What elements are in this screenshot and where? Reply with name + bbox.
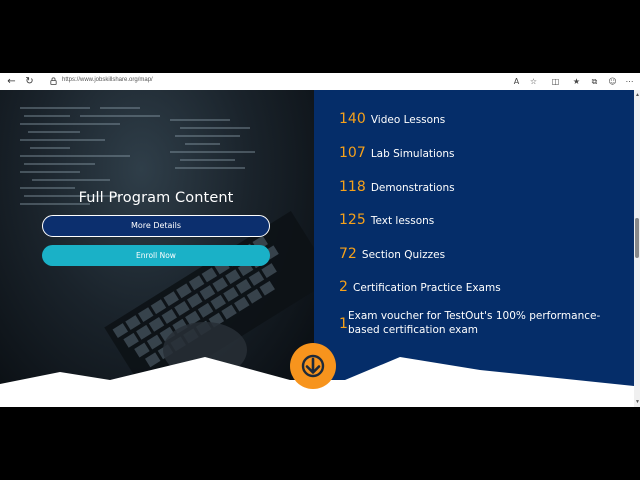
favorites-bar-icon[interactable]: ★	[571, 76, 582, 87]
feature-item: 118 Demonstrations	[339, 176, 455, 195]
scroll-up-arrow-icon[interactable]: ▲	[635, 92, 640, 98]
favorite-icon[interactable]: ☆	[528, 76, 539, 87]
feature-label: Certification Practice Exams	[353, 282, 501, 294]
collections-icon[interactable]: ⧉	[589, 76, 600, 87]
feature-label: Demonstrations	[370, 182, 455, 194]
feature-label: Video Lessons	[370, 114, 446, 126]
scrollbar-thumb[interactable]	[635, 218, 639, 258]
feature-count: 107	[339, 145, 366, 161]
feature-count: 118	[339, 179, 366, 195]
feature-count: 1	[339, 316, 348, 332]
feature-item: 125 Text lessons	[339, 209, 434, 228]
feature-count: 72	[339, 246, 357, 262]
profile-icon[interactable]: ☺	[607, 76, 618, 87]
enroll-now-button[interactable]: Enroll Now	[42, 245, 270, 266]
page-viewport: Full Program Content More Details Enroll…	[0, 90, 640, 407]
feature-item: 140 Video Lessons	[339, 108, 445, 127]
back-icon[interactable]: ←	[6, 76, 17, 87]
reload-icon[interactable]: ↻	[24, 76, 35, 87]
feature-count: 2	[339, 279, 348, 295]
arrow-down-icon	[301, 354, 325, 378]
feature-item: 107 Lab Simulations	[339, 142, 455, 161]
feature-label: Text lessons	[370, 215, 435, 227]
more-icon[interactable]: ⋯	[624, 76, 635, 87]
hero-title: Full Program Content	[78, 190, 234, 206]
scroll-down-arrow-icon[interactable]: ▼	[635, 399, 640, 405]
feature-item: 2 Certification Practice Exams	[339, 276, 501, 295]
more-details-button[interactable]: More Details	[42, 215, 270, 237]
feature-label: Exam voucher for TestOut's 100% performa…	[348, 310, 601, 336]
read-aloud-icon[interactable]: A	[511, 76, 522, 87]
scroll-down-button[interactable]	[290, 343, 336, 389]
browser-toolbar: ← ↻ https://www.jobskillshare.org/map/ A…	[0, 73, 640, 91]
feature-item: 72 Section Quizzes	[339, 243, 445, 262]
feature-count: 125	[339, 212, 366, 228]
address-bar-url[interactable]: https://www.jobskillshare.org/map/	[62, 77, 153, 83]
lock-icon[interactable]	[49, 76, 58, 86]
split-screen-icon[interactable]: ◫	[550, 76, 561, 87]
feature-label: Lab Simulations	[370, 148, 455, 160]
feature-label: Section Quizzes	[361, 249, 446, 261]
feature-count: 140	[339, 111, 366, 127]
